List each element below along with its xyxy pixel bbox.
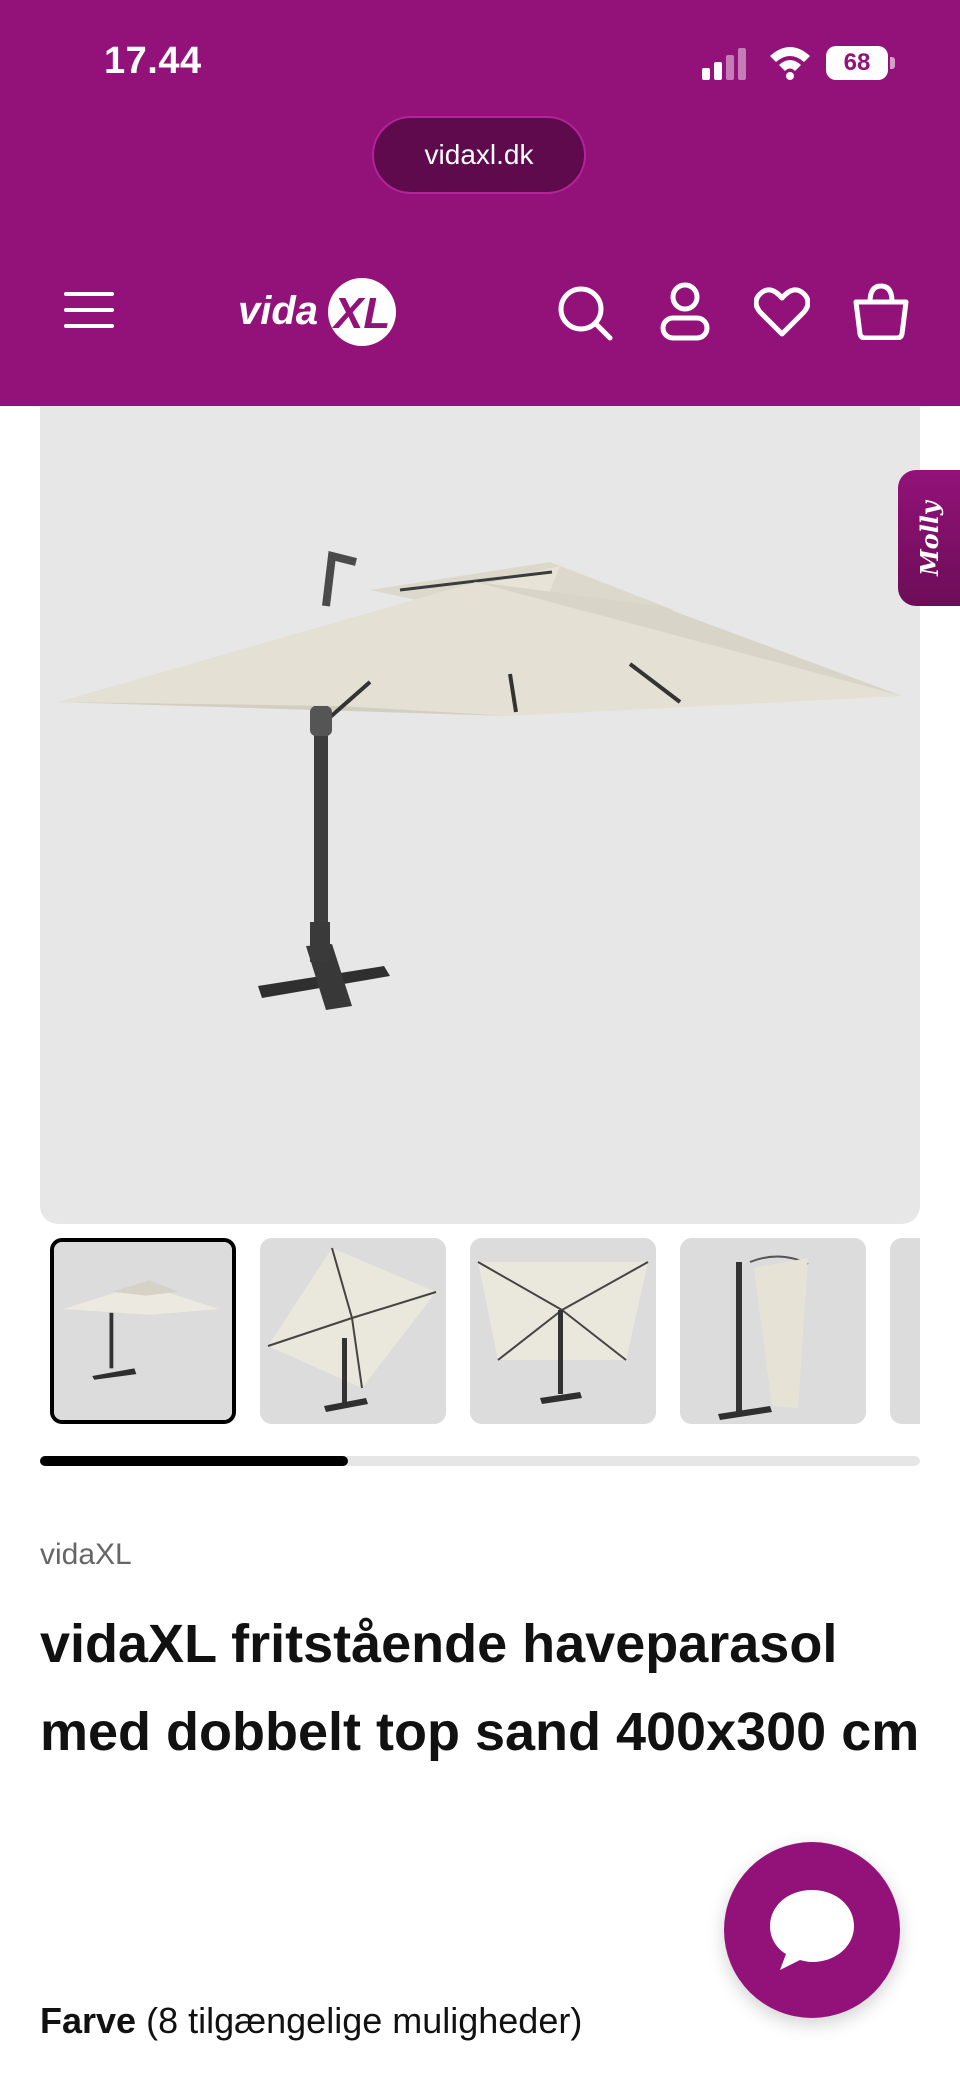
chat-button[interactable] — [724, 1842, 900, 2018]
thumbnail-parasol-tilted-image — [260, 1238, 446, 1424]
battery-level: 68 — [843, 49, 871, 76]
gallery-scroll-progress-fill — [40, 1456, 348, 1466]
parasol-illustration — [58, 551, 902, 1010]
thumbnail-parasol-folded-image — [680, 1238, 866, 1424]
color-label: Farve — [40, 2000, 137, 2041]
molly-assistant-tab[interactable]: Molly — [898, 470, 960, 606]
thumbnail-5[interactable] — [890, 1238, 920, 1424]
product-main-image[interactable] — [40, 406, 920, 1224]
menu-icon[interactable] — [64, 290, 114, 330]
thumbnail-1[interactable] — [50, 1238, 236, 1424]
cart-icon[interactable] — [852, 282, 910, 340]
thumbnail-2[interactable] — [260, 1238, 446, 1424]
search-icon[interactable] — [556, 284, 614, 342]
thumbnail-4[interactable] — [680, 1238, 866, 1424]
cellular-signal-icon — [702, 48, 746, 80]
wishlist-icon[interactable] — [754, 286, 810, 338]
gallery-scroll-progress — [40, 1456, 920, 1466]
svg-text:XL: XL — [331, 289, 390, 338]
thumbnail-parasol-side-image — [54, 1242, 232, 1420]
thumbnail-3[interactable] — [470, 1238, 656, 1424]
product-title: vidaXL fritstående haveparasol med dobbe… — [40, 1614, 920, 1762]
color-options-count: (8 tilgængelige muligheder) — [146, 2000, 583, 2041]
svg-text:vida: vida — [238, 289, 318, 333]
color-selector-heading: Farve (8 tilgængelige muligheder) — [40, 2000, 582, 2042]
product-brand[interactable]: vidaXL — [40, 1538, 132, 1572]
vidaxl-logo[interactable]: vida XL — [236, 272, 400, 352]
account-icon[interactable] — [660, 282, 710, 342]
battery-indicator: 68 — [826, 46, 896, 80]
chat-bubble-icon — [770, 1890, 854, 1970]
url-bar[interactable]: vidaxl.dk — [372, 116, 586, 194]
thumbnail-parasol-below-image — [470, 1238, 656, 1424]
status-time: 17.44 — [104, 40, 202, 82]
wifi-icon — [770, 47, 810, 80]
thumbnail-strip[interactable] — [40, 1234, 920, 1428]
molly-tab-label: Molly — [914, 500, 944, 576]
site-header: 17.44 68 vidaxl.dk vida XL — [0, 0, 960, 406]
